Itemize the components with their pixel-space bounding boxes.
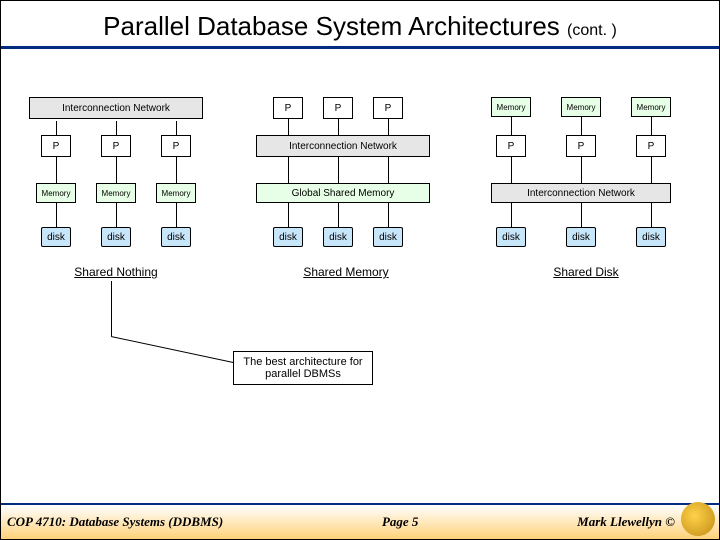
memory-box: Memory bbox=[561, 97, 601, 117]
disk-box: disk bbox=[566, 227, 596, 247]
processor-box: P bbox=[41, 135, 71, 157]
connector bbox=[338, 203, 339, 227]
disk-box: disk bbox=[323, 227, 353, 247]
memory-box: Memory bbox=[36, 183, 76, 203]
connector bbox=[338, 157, 339, 183]
processor-box: P bbox=[101, 135, 131, 157]
memory-box: Memory bbox=[156, 183, 196, 203]
disk-box: disk bbox=[373, 227, 403, 247]
disk-box: disk bbox=[101, 227, 131, 247]
title-rule bbox=[1, 46, 719, 49]
connector bbox=[288, 119, 289, 135]
connector bbox=[511, 157, 512, 183]
connector bbox=[581, 157, 582, 183]
connector bbox=[288, 203, 289, 227]
connector bbox=[56, 157, 57, 183]
connector bbox=[176, 203, 177, 227]
slide-title: Parallel Database System Architectures (… bbox=[1, 11, 719, 42]
callout-line bbox=[111, 336, 236, 364]
disk-box: disk bbox=[161, 227, 191, 247]
processor-box: P bbox=[636, 135, 666, 157]
diagram-area: Interconnection Network P P P Memory Mem… bbox=[1, 61, 719, 499]
connector bbox=[388, 119, 389, 135]
title-cont: (cont. ) bbox=[567, 22, 617, 39]
connector bbox=[651, 157, 652, 183]
label-shared-memory: Shared Memory bbox=[291, 265, 401, 279]
processor-box: P bbox=[273, 97, 303, 119]
label-shared-disk: Shared Disk bbox=[541, 265, 631, 279]
connector bbox=[116, 203, 117, 227]
memory-box: Memory bbox=[96, 183, 136, 203]
slide: Parallel Database System Architectures (… bbox=[0, 0, 720, 540]
connector bbox=[581, 117, 582, 135]
memory-box: Memory bbox=[491, 97, 531, 117]
connector bbox=[338, 119, 339, 135]
footer-bar: COP 4710: Database Systems (DDBMS) Page … bbox=[1, 503, 719, 539]
connector bbox=[56, 121, 57, 135]
label-shared-nothing: Shared Nothing bbox=[61, 265, 171, 279]
disk-box: disk bbox=[636, 227, 666, 247]
footer-course: COP 4710: Database Systems (DDBMS) bbox=[7, 514, 223, 530]
interconnect-sd: Interconnection Network bbox=[491, 183, 671, 203]
connector bbox=[581, 203, 582, 227]
memory-box: Memory bbox=[631, 97, 671, 117]
connector bbox=[388, 157, 389, 183]
disk-box: disk bbox=[496, 227, 526, 247]
processor-box: P bbox=[566, 135, 596, 157]
disk-box: disk bbox=[41, 227, 71, 247]
title-text: Parallel Database System Architectures bbox=[103, 11, 560, 41]
processor-box: P bbox=[161, 135, 191, 157]
connector bbox=[511, 117, 512, 135]
callout-line bbox=[111, 281, 112, 336]
connector bbox=[651, 203, 652, 227]
disk-box: disk bbox=[273, 227, 303, 247]
logo-icon bbox=[681, 502, 715, 536]
footer-page: Page 5 bbox=[223, 514, 577, 530]
footer-author: Mark Llewellyn © bbox=[577, 514, 675, 530]
connector bbox=[288, 157, 289, 183]
processor-box: P bbox=[496, 135, 526, 157]
connector bbox=[116, 157, 117, 183]
callout-best-arch: The best architecture for parallel DBMSs bbox=[233, 351, 373, 385]
processor-box: P bbox=[323, 97, 353, 119]
connector bbox=[176, 157, 177, 183]
connector bbox=[651, 117, 652, 135]
global-shared-memory: Global Shared Memory bbox=[256, 183, 430, 203]
processor-box: P bbox=[373, 97, 403, 119]
connector bbox=[56, 203, 57, 227]
interconnect-sn: Interconnection Network bbox=[29, 97, 203, 119]
connector bbox=[176, 121, 177, 135]
connector bbox=[511, 203, 512, 227]
connector bbox=[116, 121, 117, 135]
interconnect-sm: Interconnection Network bbox=[256, 135, 430, 157]
connector bbox=[388, 203, 389, 227]
